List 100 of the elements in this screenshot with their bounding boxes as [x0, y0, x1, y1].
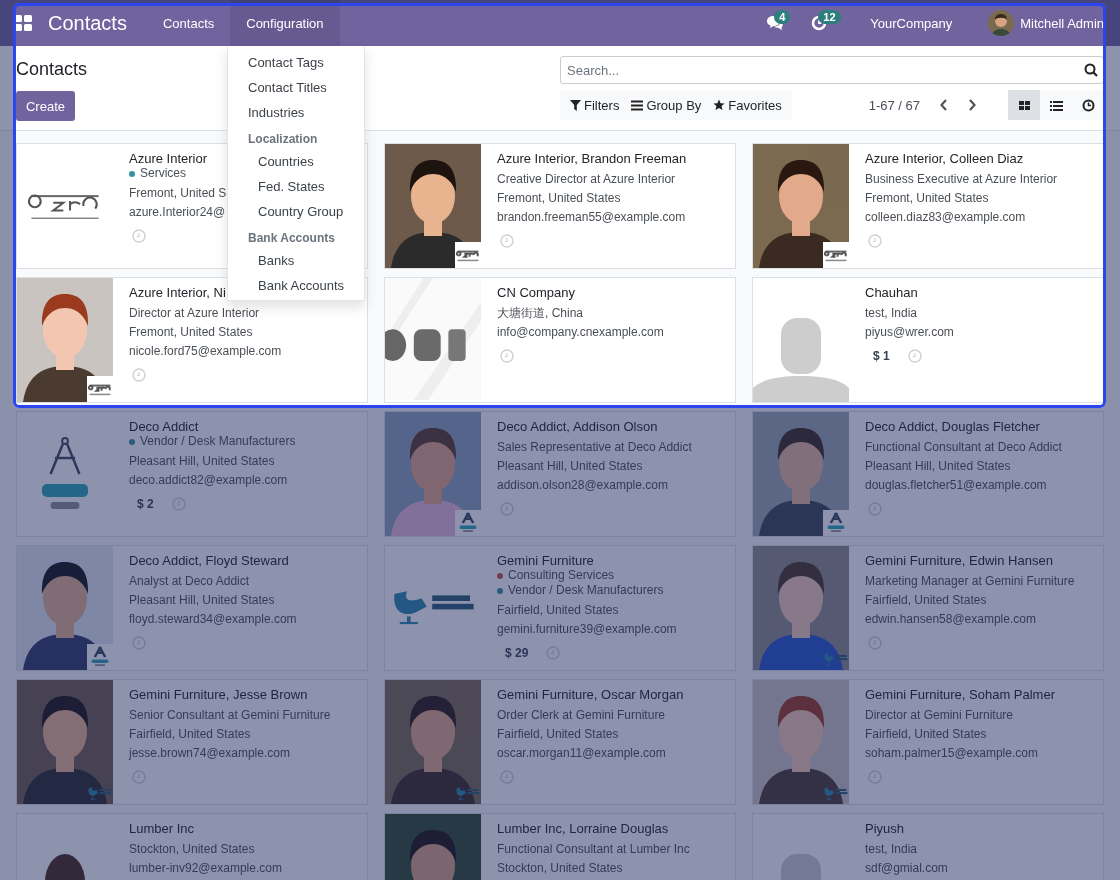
contact-name: Gemini Furniture, Soham Palmer — [865, 686, 1055, 703]
activity-clock-icon[interactable] — [868, 502, 882, 516]
contact-detail: Senior Consultant at Gemini Furniture — [129, 707, 331, 724]
activity-clock-icon[interactable] — [500, 234, 514, 248]
activity-clock-icon[interactable] — [868, 234, 882, 248]
chevron-left-icon — [939, 98, 949, 112]
amount-due: $ 29 — [505, 646, 529, 660]
contact-name: Azure Interior, Ni — [129, 284, 226, 301]
dropdown-item[interactable]: Fed. States — [228, 174, 364, 199]
contact-detail: Functional Consultant at Lumber Inc — [497, 841, 690, 858]
contact-detail: piyus@wrer.com — [865, 324, 954, 341]
contact-detail: addison.olson28@example.com — [497, 477, 668, 494]
contact-detail: Marketing Manager at Gemini Furniture — [865, 573, 1075, 590]
dropdown-item[interactable]: Contact Tags — [228, 50, 364, 75]
contact-card[interactable]: CN Company 大塘街道, China info@company.cnexample.com — [384, 277, 736, 403]
company-logo — [823, 510, 849, 536]
contact-detail: nicole.ford75@example.com — [129, 343, 282, 360]
company-switcher[interactable]: YourCompany — [870, 15, 953, 31]
contact-card[interactable]: Lumber Inc Stockton, United States lumber-inv92@example.com — [16, 813, 368, 880]
create-button[interactable]: Create — [16, 91, 75, 121]
dropdown-item[interactable]: Country Group — [228, 199, 364, 224]
contact-name: CN Company — [497, 284, 576, 301]
activity-clock-icon[interactable] — [500, 770, 514, 784]
chevron-right-icon — [967, 98, 977, 112]
contact-card[interactable]: Piyush test, India sdf@gmial.com — [752, 813, 1104, 880]
apps-menu-icon[interactable] — [14, 14, 32, 32]
dropdown-item[interactable]: Countries — [228, 149, 364, 174]
contact-name: Gemini Furniture, Jesse Brown — [129, 686, 308, 703]
activity-clock-icon[interactable] — [132, 770, 146, 784]
filter-icon — [570, 99, 581, 111]
star-icon — [713, 99, 726, 111]
contact-detail: Sales Representative at Deco Addict — [497, 439, 692, 456]
contact-detail: azure.Interior24@ — [129, 204, 226, 221]
list-view-button[interactable] — [1040, 90, 1072, 120]
pager-value[interactable]: 1-67 / 67 — [868, 97, 920, 113]
amount-due: $ 1 — [873, 349, 890, 363]
contact-detail: test, India — [865, 841, 918, 858]
activity-view-button[interactable] — [1072, 90, 1104, 120]
activity-count-badge: 12 — [818, 10, 841, 24]
contact-detail: colleen.diaz83@example.com — [865, 209, 1026, 226]
search-field[interactable]: Search... — [560, 56, 1104, 84]
grid-icon — [1017, 98, 1031, 112]
group-by-button[interactable]: Group By — [625, 90, 708, 120]
dropdown-item[interactable]: Industries — [228, 100, 364, 125]
contact-detail: Fairfield, United States — [129, 726, 251, 743]
tag-label: Vendor / Desk Manufacturers — [140, 434, 296, 449]
activity-clock-icon[interactable] — [907, 349, 922, 363]
contact-detail: Analyst at Deco Addict — [129, 573, 250, 590]
avatar[interactable] — [988, 10, 1015, 36]
contact-detail: Fremont, United States — [497, 190, 621, 207]
contact-detail: sdf@gmial.com — [865, 860, 948, 877]
activity-clock-icon[interactable] — [132, 636, 146, 650]
contact-name: Azure Interior, Brandon Freeman — [497, 150, 687, 167]
contact-detail: Fremont, United S — [129, 185, 227, 202]
activity-clock-icon[interactable] — [132, 368, 146, 382]
contact-name: Gemini Furniture, Edwin Hansen — [865, 552, 1053, 569]
user-name[interactable]: Mitchell Admin — [1020, 15, 1104, 31]
contact-detail: deco.addict82@example.com — [129, 472, 288, 489]
activity-clock-icon[interactable] — [171, 497, 186, 511]
company-logo — [87, 376, 113, 402]
tag-label: Services — [140, 166, 186, 181]
favorites-button[interactable]: Favorites — [707, 90, 788, 120]
contact-name: Azure Interior, Colleen Diaz — [865, 150, 1024, 167]
contact-detail: Pleasant Hill, United States — [129, 453, 275, 470]
activity-clock-icon[interactable] — [500, 502, 514, 516]
activity-clock-icon[interactable] — [546, 646, 561, 660]
contact-name: Deco Addict — [129, 418, 199, 435]
message-count-badge: 4 — [774, 10, 791, 24]
menu-item[interactable]: Contacts — [146, 0, 231, 46]
dropdown-item[interactable]: Contact Titles — [228, 75, 364, 100]
contact-name: Deco Addict, Addison Olson — [497, 418, 658, 435]
contact-detail: gemini.furniture39@example.com — [497, 621, 677, 638]
filters-button[interactable]: Filters — [564, 90, 626, 120]
contact-card[interactable]: Azure Interior, Brandon Freeman Creative Director at Azure Interior Fremont, United States brandon.freeman55@example.com — [384, 143, 736, 269]
contact-detail: Stockton, United States — [497, 860, 623, 877]
contact-detail: Director at Gemini Furniture — [865, 707, 1014, 724]
contact-detail: test, India — [865, 305, 918, 322]
contact-detail: Fairfield, United States — [497, 602, 619, 619]
activity-clock-icon[interactable] — [132, 229, 146, 243]
menu-section-header: Bank Accounts — [247, 230, 336, 247]
tag-label: Vendor / Desk Manufacturers — [508, 583, 664, 598]
activity-clock-icon[interactable] — [868, 636, 882, 650]
kanban-view-button[interactable] — [1008, 90, 1040, 120]
contact-card[interactable]: Deco Addict Vendor / Desk Manufacturers Pleasant Hill, United States deco.addict82@example.com $ 2 — [16, 411, 368, 537]
list-icon — [631, 99, 644, 111]
search-icon[interactable] — [1084, 63, 1098, 77]
contact-detail: Pleasant Hill, United States — [497, 458, 643, 475]
activity-clock-icon[interactable] — [500, 349, 514, 363]
contact-detail: Pleasant Hill, United States — [865, 458, 1011, 475]
menu-item[interactable]: Configuration — [230, 0, 340, 46]
activity-clock-icon[interactable] — [868, 770, 882, 784]
contact-card[interactable]: Gemini Furniture Consulting Services Vendor / Desk Manufacturers Fairfield, United States gemini.furniture39@example.com $ 29 — [384, 545, 736, 671]
contact-card[interactable]: Azure Interior, Colleen Diaz Business Executive at Azure Interior Fremont, United States colleen.diaz83@example.com — [752, 143, 1104, 269]
contact-card[interactable]: Chauhan test, India piyus@wrer.com $ 1 — [752, 277, 1104, 403]
clock-icon — [1081, 98, 1095, 112]
contact-detail: Fairfield, United States — [865, 726, 987, 743]
contact-detail: brandon.freeman55@example.com — [497, 209, 686, 226]
app-title: Contacts — [48, 11, 127, 35]
company-logo — [455, 510, 481, 536]
contact-detail: Fairfield, United States — [497, 726, 619, 743]
